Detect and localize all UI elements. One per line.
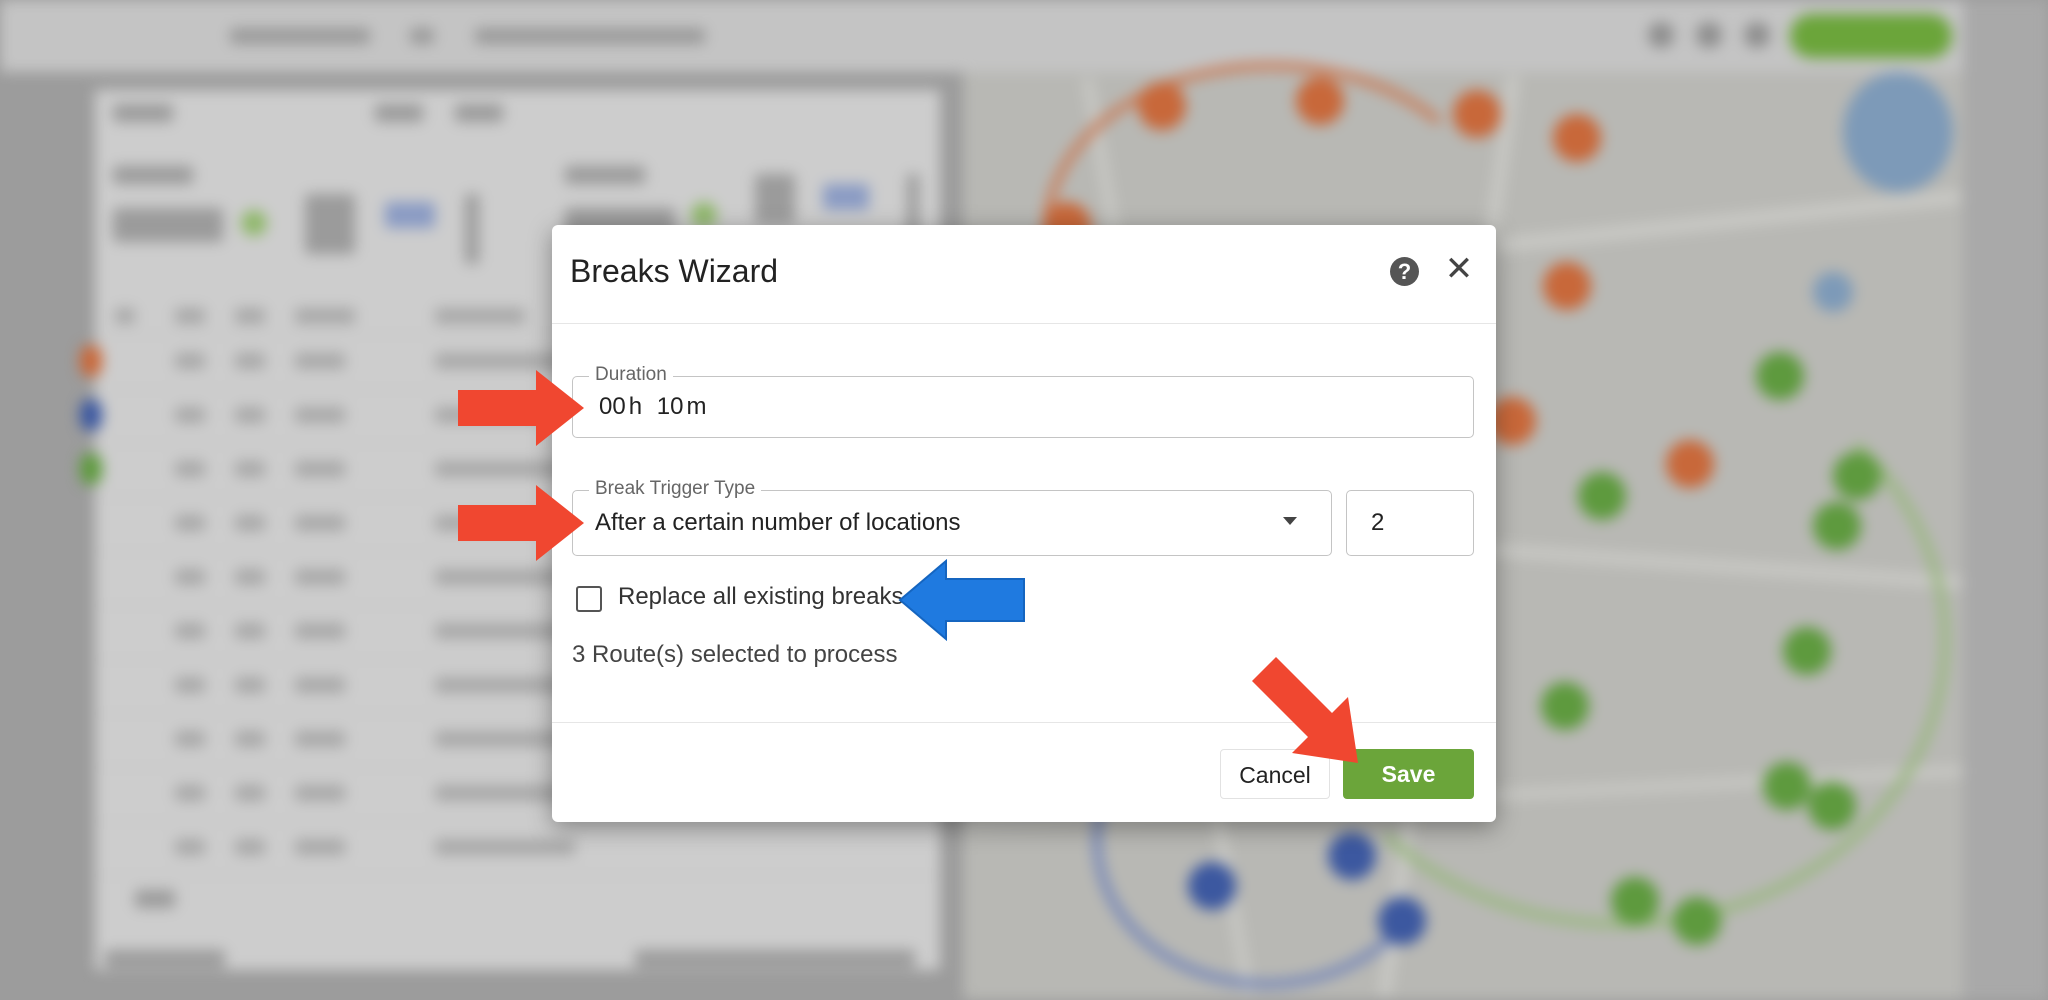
- routes-selected-text: 3 Route(s) selected to process: [572, 641, 898, 668]
- background-topbar-icon: [1696, 22, 1722, 48]
- break-trigger-type-label: Break Trigger Type: [589, 478, 762, 500]
- background-edge: [1963, 0, 2048, 1000]
- help-icon[interactable]: ?: [1390, 257, 1419, 286]
- duration-value: 00 h 10 m: [599, 393, 706, 421]
- background-topbar-item: [230, 28, 370, 44]
- location-count-value: 2: [1371, 509, 1385, 536]
- dialog-header: Breaks Wizard ? ✕: [552, 225, 1496, 324]
- background-topbar-item: [475, 28, 705, 44]
- replace-breaks-checkbox[interactable]: [576, 586, 602, 612]
- duration-minutes-unit: m: [686, 393, 707, 420]
- duration-hours-unit: h: [628, 393, 643, 420]
- location-count-input[interactable]: 2: [1346, 490, 1474, 556]
- duration-minutes[interactable]: 10: [657, 393, 684, 420]
- background-topbar-item: [410, 28, 434, 44]
- background-topbar-icon: [1744, 22, 1770, 48]
- close-icon[interactable]: ✕: [1442, 252, 1476, 286]
- duration-label: Duration: [589, 364, 673, 386]
- duration-field[interactable]: Duration 00 h 10 m: [572, 364, 1474, 438]
- red-arrow-right-icon: [458, 485, 584, 561]
- break-trigger-type-select[interactable]: Break Trigger Type After a certain numbe…: [572, 478, 1332, 556]
- blue-arrow-left-icon: [898, 559, 1025, 641]
- save-button[interactable]: Save: [1343, 749, 1474, 799]
- red-arrow-right-icon: [458, 370, 584, 446]
- red-arrow-diagonal-icon: [1252, 657, 1358, 763]
- duration-hours[interactable]: 00: [599, 393, 626, 420]
- replace-breaks-label[interactable]: Replace all existing breaks: [618, 583, 903, 611]
- chevron-down-icon[interactable]: [1283, 517, 1297, 525]
- dialog-title: Breaks Wizard: [570, 253, 779, 289]
- background-topbar-icon: [1648, 22, 1674, 48]
- break-trigger-type-value: After a certain number of locations: [595, 509, 961, 536]
- background-action-button: [1790, 14, 1952, 58]
